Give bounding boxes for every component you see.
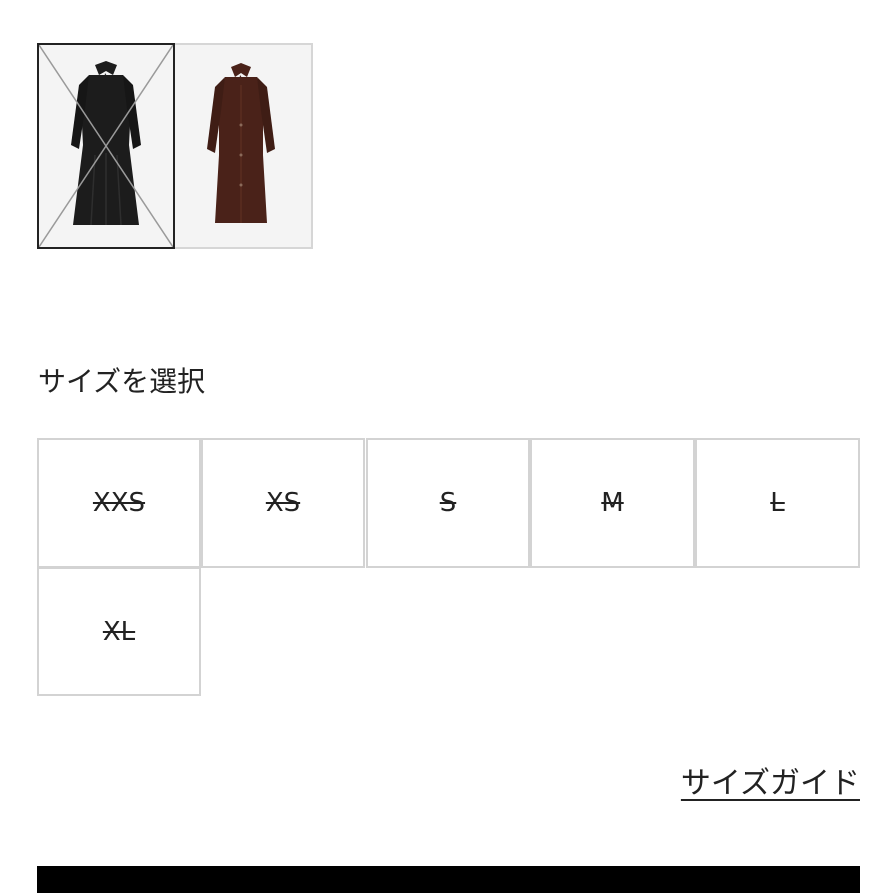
swatch-black[interactable]: [37, 43, 175, 249]
size-guide-link[interactable]: サイズガイド: [681, 762, 860, 806]
swatch-brown[interactable]: [175, 43, 313, 249]
size-option-m[interactable]: M: [530, 438, 695, 568]
add-to-cart-button[interactable]: [37, 866, 860, 893]
unavailable-cross-icon: [39, 45, 173, 247]
size-option-xxs[interactable]: XXS: [37, 438, 201, 568]
size-option-s[interactable]: S: [366, 438, 530, 568]
size-select-heading: サイズを選択: [38, 365, 206, 398]
product-options-page: サイズを選択 XXS XS S M L XL サイズガイド: [0, 0, 893, 893]
size-option-l[interactable]: L: [695, 438, 860, 568]
dress-thumbnail-brown: [175, 45, 311, 247]
size-option-xs[interactable]: XS: [201, 438, 365, 568]
size-option-xl[interactable]: XL: [37, 567, 201, 696]
color-swatches: [37, 43, 313, 249]
